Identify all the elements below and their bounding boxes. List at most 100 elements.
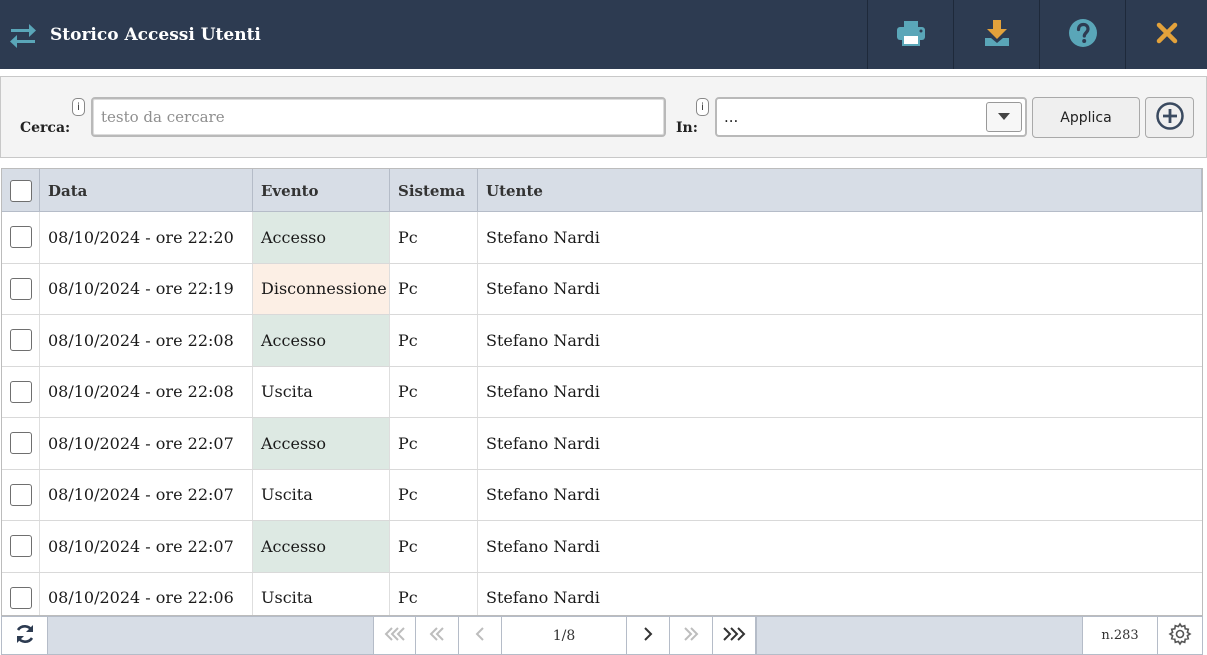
refresh-icon — [14, 623, 36, 649]
row-select-cell — [2, 418, 40, 469]
cell-sistema: Pc — [390, 366, 478, 417]
double-chevron-left-icon — [384, 626, 406, 645]
cell-sistema: Pc — [390, 469, 478, 520]
select-all-cell — [2, 169, 40, 212]
cell-sistema: Pc — [390, 315, 478, 366]
cell-utente: Stefano Nardi — [486, 227, 600, 247]
table-row[interactable]: 08/10/2024 - ore 22:07 Uscita Pc Stefano Na… — [2, 469, 1202, 521]
cell-utente: Stefano Nardi — [486, 485, 600, 505]
cell-sistema: Pc — [390, 521, 478, 572]
close-button[interactable] — [1125, 0, 1207, 69]
row-checkbox[interactable] — [9, 432, 32, 455]
apply-button[interactable]: Applica — [1032, 97, 1140, 138]
page-title: Storico Accessi Utenti — [50, 24, 261, 45]
pager-bar: 1/8 n.283 — [1, 616, 1203, 655]
print-button[interactable] — [867, 0, 953, 69]
cell-sistema: Pc — [390, 212, 478, 263]
last-page-button[interactable] — [713, 617, 756, 654]
cell-utente: Stefano Nardi — [486, 588, 600, 608]
filter-bar: Cerca: i In: i ... Applica — [0, 76, 1207, 158]
row-select-cell — [2, 263, 40, 314]
triple-chevron-right-icon — [722, 626, 746, 645]
cell-data: 08/10/2024 - ore 22:08 — [40, 366, 253, 417]
row-checkbox[interactable] — [9, 329, 32, 352]
cell-data: 08/10/2024 - ore 22:07 — [40, 521, 253, 572]
cell-evento: Uscita — [253, 572, 390, 615]
cell-evento: Accesso — [253, 418, 390, 469]
chevron-right-icon — [643, 626, 653, 645]
row-checkbox[interactable] — [9, 586, 32, 609]
cell-data: 08/10/2024 - ore 22:06 — [40, 572, 253, 615]
header-toolbar — [867, 0, 1207, 69]
cell-utente: Stefano Nardi — [486, 536, 600, 556]
in-select[interactable]: ... — [715, 97, 1027, 137]
cell-utente: Stefano Nardi — [486, 382, 600, 402]
column-header-evento[interactable]: Evento — [253, 169, 390, 212]
column-header-utente[interactable]: Utente — [478, 169, 1202, 212]
cell-evento: Uscita — [253, 366, 390, 417]
row-checkbox[interactable] — [9, 226, 32, 249]
search-info-badge[interactable]: i — [72, 98, 85, 116]
plus-circle-icon — [1155, 101, 1185, 135]
row-select-cell — [2, 212, 40, 263]
cell-data: 08/10/2024 - ore 22:08 — [40, 315, 253, 366]
chevron-down-icon[interactable] — [986, 102, 1022, 132]
select-all-checkbox[interactable] — [9, 179, 32, 202]
row-checkbox[interactable] — [9, 535, 32, 558]
row-checkbox[interactable] — [9, 483, 32, 506]
table-row[interactable]: 08/10/2024 - ore 22:08 Uscita Pc Stefano Na… — [2, 366, 1202, 418]
table-row[interactable]: 08/10/2024 - ore 22:06 Uscita Pc Stefano Na… — [2, 572, 1202, 615]
column-header-data[interactable]: Data — [40, 169, 253, 212]
row-select-cell — [2, 572, 40, 615]
next-page-button[interactable] — [627, 617, 670, 654]
cell-utente: Stefano Nardi — [486, 433, 600, 453]
cell-sistema: Pc — [390, 572, 478, 615]
column-header-sistema[interactable]: Sistema — [390, 169, 478, 212]
in-select-value: ... — [724, 108, 739, 126]
cell-utente: Stefano Nardi — [486, 330, 600, 350]
cell-data: 08/10/2024 - ore 22:19 — [40, 263, 253, 314]
row-checkbox[interactable] — [9, 380, 32, 403]
swap-arrows-icon — [8, 20, 38, 50]
settings-button[interactable] — [1158, 617, 1202, 654]
prev-page-button[interactable] — [459, 617, 502, 654]
search-input[interactable] — [91, 97, 666, 137]
cell-evento: Uscita — [253, 469, 390, 520]
first-page-button[interactable] — [373, 617, 416, 654]
cell-data: 08/10/2024 - ore 22:07 — [40, 469, 253, 520]
close-icon — [1155, 21, 1179, 49]
in-label: In: — [676, 120, 698, 136]
print-icon — [895, 19, 927, 51]
in-info-badge[interactable]: i — [696, 98, 709, 116]
table-row[interactable]: 08/10/2024 - ore 22:07 Accesso Pc Stefano N… — [2, 521, 1202, 573]
row-checkbox[interactable] — [9, 277, 32, 300]
download-icon — [983, 18, 1011, 52]
table-row[interactable]: 08/10/2024 - ore 22:19 Disconnessione Pc St… — [2, 263, 1202, 315]
record-count: n.283 — [1082, 617, 1158, 654]
next-fast-button[interactable] — [670, 617, 713, 654]
chevron-double-right-icon — [683, 626, 699, 645]
cell-data: 08/10/2024 - ore 22:20 — [40, 212, 253, 263]
table-header: Data Evento Sistema Utente — [2, 169, 1202, 212]
chevron-double-left-icon — [429, 626, 445, 645]
access-log-table: Data Evento Sistema Utente 08/10/2024 - … — [1, 168, 1203, 616]
chevron-left-icon — [475, 626, 485, 645]
gear-icon — [1168, 621, 1192, 650]
row-select-cell — [2, 315, 40, 366]
table-row[interactable]: 08/10/2024 - ore 22:08 Accesso Pc Stefano N… — [2, 315, 1202, 367]
table-row[interactable]: 08/10/2024 - ore 22:20 Accesso Pc Stefano N… — [2, 212, 1202, 264]
refresh-button[interactable] — [2, 617, 48, 654]
row-select-cell — [2, 366, 40, 417]
table-row[interactable]: 08/10/2024 - ore 22:07 Accesso Pc Stefano N… — [2, 418, 1202, 470]
download-button[interactable] — [953, 0, 1039, 69]
page-indicator: 1/8 — [502, 617, 627, 654]
search-label: Cerca: — [20, 120, 71, 136]
table-body: 08/10/2024 - ore 22:20 Accesso Pc Stefano N… — [2, 212, 1202, 615]
title-bar: Storico Accessi Utenti — [0, 0, 1207, 69]
cell-evento: Accesso — [253, 212, 390, 263]
add-filter-button[interactable] — [1145, 97, 1194, 138]
help-button[interactable] — [1039, 0, 1125, 69]
prev-fast-button[interactable] — [416, 617, 459, 654]
cell-sistema: Pc — [390, 418, 478, 469]
cell-data: 08/10/2024 - ore 22:07 — [40, 418, 253, 469]
